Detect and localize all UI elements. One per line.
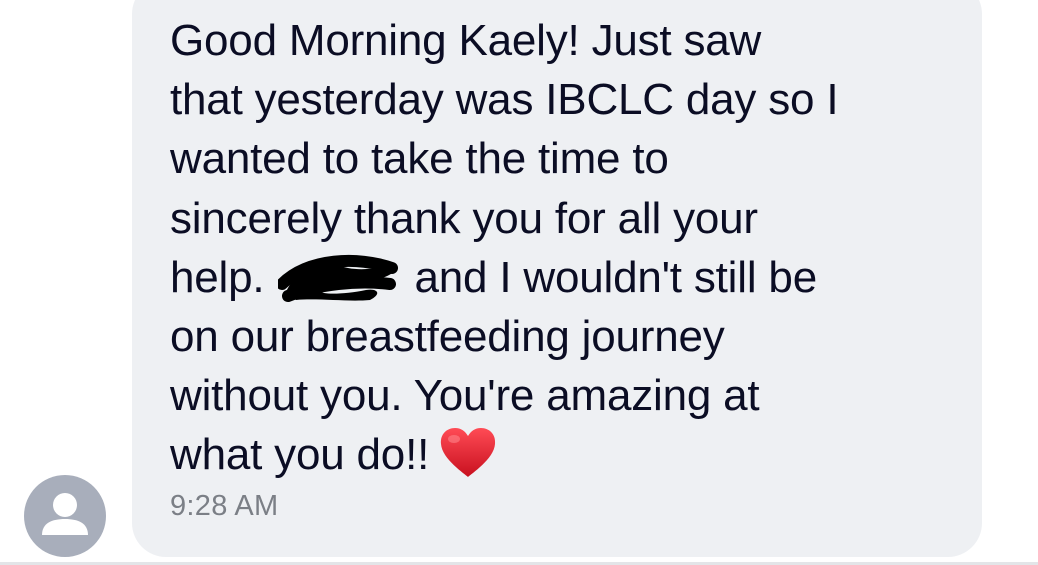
message-fragment: help. — [170, 252, 265, 302]
message-line: that yesterday was IBCLC day so I — [170, 75, 839, 125]
message-line: on our breastfeeding journey — [170, 312, 725, 362]
redacted-name-scribble — [278, 254, 399, 304]
message-line: without you. You're amazing at — [170, 371, 760, 421]
message-line: Good Morning Kaely! Just saw — [170, 16, 762, 65]
message-fragment: what you do!! — [170, 430, 430, 480]
message-line: sincerely thank you for all your — [170, 193, 758, 243]
message-line: wanted to take the time to — [170, 134, 669, 184]
message-line: help. and I wouldn't still be — [170, 248, 970, 307]
person-icon — [42, 493, 88, 535]
message-line: what you do!! — [170, 425, 970, 484]
avatar[interactable] — [24, 475, 106, 557]
message-timestamp: 9:28 AM — [170, 490, 279, 522]
message-text: Good Morning Kaely! Just saw that yester… — [170, 11, 970, 485]
message-fragment: and I wouldn't still be — [414, 252, 817, 302]
heart-icon — [439, 427, 497, 479]
message-thread: Good Morning Kaely! Just saw that yester… — [0, 0, 1038, 565]
